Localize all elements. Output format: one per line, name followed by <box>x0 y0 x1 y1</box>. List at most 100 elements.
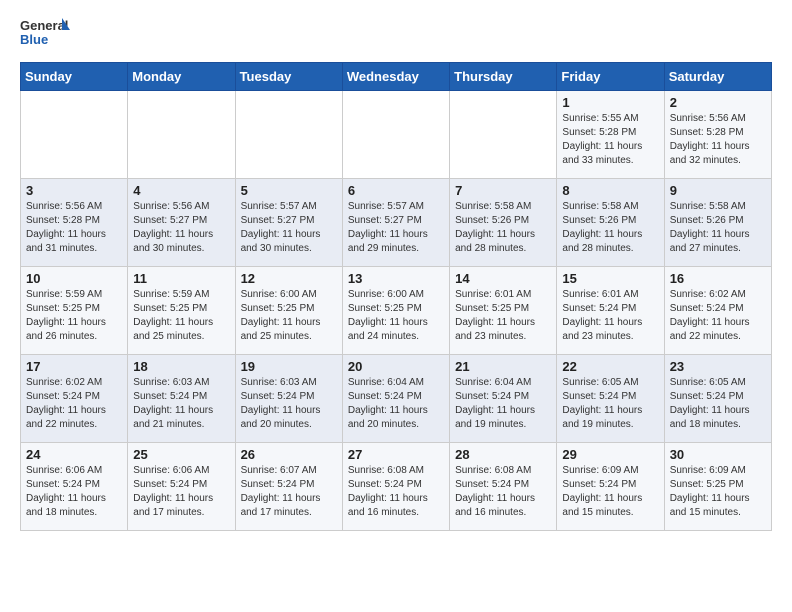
day-number: 20 <box>348 359 444 374</box>
day-info: Sunrise: 6:08 AM Sunset: 5:24 PM Dayligh… <box>348 464 444 520</box>
day-number: 8 <box>562 183 658 198</box>
weekday-header-sunday: Sunday <box>21 63 128 91</box>
weekday-header-saturday: Saturday <box>664 63 771 91</box>
day-info: Sunrise: 6:05 AM Sunset: 5:24 PM Dayligh… <box>670 376 766 432</box>
day-number: 3 <box>26 183 122 198</box>
day-number: 16 <box>670 271 766 286</box>
day-cell: 9 Sunrise: 5:58 AM Sunset: 5:26 PM Daylig… <box>664 179 771 267</box>
day-number: 12 <box>241 271 337 286</box>
weekday-header-thursday: Thursday <box>450 63 557 91</box>
day-number: 28 <box>455 447 551 462</box>
day-cell <box>235 91 342 179</box>
day-number: 19 <box>241 359 337 374</box>
day-number: 18 <box>133 359 229 374</box>
day-cell: 28 Sunrise: 6:08 AM Sunset: 5:24 PM Dayli… <box>450 443 557 531</box>
day-info: Sunrise: 5:56 AM Sunset: 5:28 PM Dayligh… <box>26 200 122 256</box>
day-cell: 7 Sunrise: 5:58 AM Sunset: 5:26 PM Daylig… <box>450 179 557 267</box>
day-info: Sunrise: 6:08 AM Sunset: 5:24 PM Dayligh… <box>455 464 551 520</box>
week-row-5: 24 Sunrise: 6:06 AM Sunset: 5:24 PM Dayli… <box>21 443 772 531</box>
day-number: 5 <box>241 183 337 198</box>
day-number: 23 <box>670 359 766 374</box>
day-cell: 27 Sunrise: 6:08 AM Sunset: 5:24 PM Dayli… <box>342 443 449 531</box>
day-number: 29 <box>562 447 658 462</box>
day-info: Sunrise: 6:01 AM Sunset: 5:24 PM Dayligh… <box>562 288 658 344</box>
day-info: Sunrise: 6:03 AM Sunset: 5:24 PM Dayligh… <box>241 376 337 432</box>
day-info: Sunrise: 6:00 AM Sunset: 5:25 PM Dayligh… <box>241 288 337 344</box>
day-cell: 15 Sunrise: 6:01 AM Sunset: 5:24 PM Dayli… <box>557 267 664 355</box>
day-cell: 6 Sunrise: 5:57 AM Sunset: 5:27 PM Daylig… <box>342 179 449 267</box>
day-info: Sunrise: 6:05 AM Sunset: 5:24 PM Dayligh… <box>562 376 658 432</box>
weekday-header-monday: Monday <box>128 63 235 91</box>
svg-text:Blue: Blue <box>20 32 48 47</box>
day-info: Sunrise: 6:03 AM Sunset: 5:24 PM Dayligh… <box>133 376 229 432</box>
day-info: Sunrise: 6:06 AM Sunset: 5:24 PM Dayligh… <box>26 464 122 520</box>
day-info: Sunrise: 6:02 AM Sunset: 5:24 PM Dayligh… <box>26 376 122 432</box>
day-info: Sunrise: 6:00 AM Sunset: 5:25 PM Dayligh… <box>348 288 444 344</box>
day-cell: 4 Sunrise: 5:56 AM Sunset: 5:27 PM Daylig… <box>128 179 235 267</box>
day-number: 4 <box>133 183 229 198</box>
day-number: 26 <box>241 447 337 462</box>
logo-svg: General Blue <box>20 16 70 52</box>
day-info: Sunrise: 5:58 AM Sunset: 5:26 PM Dayligh… <box>670 200 766 256</box>
day-info: Sunrise: 6:04 AM Sunset: 5:24 PM Dayligh… <box>455 376 551 432</box>
day-cell: 24 Sunrise: 6:06 AM Sunset: 5:24 PM Dayli… <box>21 443 128 531</box>
day-info: Sunrise: 5:56 AM Sunset: 5:27 PM Dayligh… <box>133 200 229 256</box>
day-cell: 5 Sunrise: 5:57 AM Sunset: 5:27 PM Daylig… <box>235 179 342 267</box>
day-info: Sunrise: 5:58 AM Sunset: 5:26 PM Dayligh… <box>562 200 658 256</box>
day-cell: 26Sunrise: 6:07 AM Sunset: 5:24 PM Dayli… <box>235 443 342 531</box>
day-cell: 11Sunrise: 5:59 AM Sunset: 5:25 PM Dayli… <box>128 267 235 355</box>
day-cell: 8 Sunrise: 5:58 AM Sunset: 5:26 PM Daylig… <box>557 179 664 267</box>
day-info: Sunrise: 5:58 AM Sunset: 5:26 PM Dayligh… <box>455 200 551 256</box>
day-number: 6 <box>348 183 444 198</box>
weekday-header-tuesday: Tuesday <box>235 63 342 91</box>
week-row-2: 3 Sunrise: 5:56 AM Sunset: 5:28 PM Daylig… <box>21 179 772 267</box>
day-cell: 17 Sunrise: 6:02 AM Sunset: 5:24 PM Dayli… <box>21 355 128 443</box>
day-cell: 2Sunrise: 5:56 AM Sunset: 5:28 PM Daylig… <box>664 91 771 179</box>
day-cell: 29 Sunrise: 6:09 AM Sunset: 5:24 PM Dayli… <box>557 443 664 531</box>
day-number: 10 <box>26 271 122 286</box>
day-cell: 23 Sunrise: 6:05 AM Sunset: 5:24 PM Dayli… <box>664 355 771 443</box>
day-number: 27 <box>348 447 444 462</box>
day-number: 7 <box>455 183 551 198</box>
day-number: 17 <box>26 359 122 374</box>
day-cell: 30Sunrise: 6:09 AM Sunset: 5:25 PM Dayli… <box>664 443 771 531</box>
weekday-header-friday: Friday <box>557 63 664 91</box>
day-info: Sunrise: 6:02 AM Sunset: 5:24 PM Dayligh… <box>670 288 766 344</box>
day-cell <box>128 91 235 179</box>
day-number: 22 <box>562 359 658 374</box>
day-cell: 16 Sunrise: 6:02 AM Sunset: 5:24 PM Dayli… <box>664 267 771 355</box>
day-number: 9 <box>670 183 766 198</box>
day-cell: 1Sunrise: 5:55 AM Sunset: 5:28 PM Daylig… <box>557 91 664 179</box>
day-cell: 20Sunrise: 6:04 AM Sunset: 5:24 PM Dayli… <box>342 355 449 443</box>
day-cell <box>450 91 557 179</box>
day-info: Sunrise: 6:06 AM Sunset: 5:24 PM Dayligh… <box>133 464 229 520</box>
day-cell: 25 Sunrise: 6:06 AM Sunset: 5:24 PM Dayli… <box>128 443 235 531</box>
day-cell: 19 Sunrise: 6:03 AM Sunset: 5:24 PM Dayli… <box>235 355 342 443</box>
weekday-header-row: SundayMondayTuesdayWednesdayThursdayFrid… <box>21 63 772 91</box>
day-number: 14 <box>455 271 551 286</box>
week-row-3: 10 Sunrise: 5:59 AM Sunset: 5:25 PM Dayli… <box>21 267 772 355</box>
day-cell <box>21 91 128 179</box>
day-info: Sunrise: 5:55 AM Sunset: 5:28 PM Dayligh… <box>562 112 658 168</box>
day-number: 25 <box>133 447 229 462</box>
day-number: 13 <box>348 271 444 286</box>
week-row-1: 1Sunrise: 5:55 AM Sunset: 5:28 PM Daylig… <box>21 91 772 179</box>
day-cell: 18 Sunrise: 6:03 AM Sunset: 5:24 PM Dayli… <box>128 355 235 443</box>
day-number: 24 <box>26 447 122 462</box>
day-cell: 14 Sunrise: 6:01 AM Sunset: 5:25 PM Dayli… <box>450 267 557 355</box>
day-info: Sunrise: 5:57 AM Sunset: 5:27 PM Dayligh… <box>241 200 337 256</box>
day-info: Sunrise: 6:09 AM Sunset: 5:25 PM Dayligh… <box>670 464 766 520</box>
day-info: Sunrise: 5:59 AM Sunset: 5:25 PM Dayligh… <box>133 288 229 344</box>
calendar-table: SundayMondayTuesdayWednesdayThursdayFrid… <box>20 62 772 531</box>
day-number: 15 <box>562 271 658 286</box>
day-cell: 10 Sunrise: 5:59 AM Sunset: 5:25 PM Dayli… <box>21 267 128 355</box>
day-cell: 3 Sunrise: 5:56 AM Sunset: 5:28 PM Daylig… <box>21 179 128 267</box>
day-info: Sunrise: 6:09 AM Sunset: 5:24 PM Dayligh… <box>562 464 658 520</box>
day-number: 2 <box>670 95 766 110</box>
day-info: Sunrise: 5:59 AM Sunset: 5:25 PM Dayligh… <box>26 288 122 344</box>
day-cell: 13 Sunrise: 6:00 AM Sunset: 5:25 PM Dayli… <box>342 267 449 355</box>
svg-text:General: General <box>20 18 68 33</box>
day-info: Sunrise: 6:01 AM Sunset: 5:25 PM Dayligh… <box>455 288 551 344</box>
day-number: 21 <box>455 359 551 374</box>
day-info: Sunrise: 5:57 AM Sunset: 5:27 PM Dayligh… <box>348 200 444 256</box>
